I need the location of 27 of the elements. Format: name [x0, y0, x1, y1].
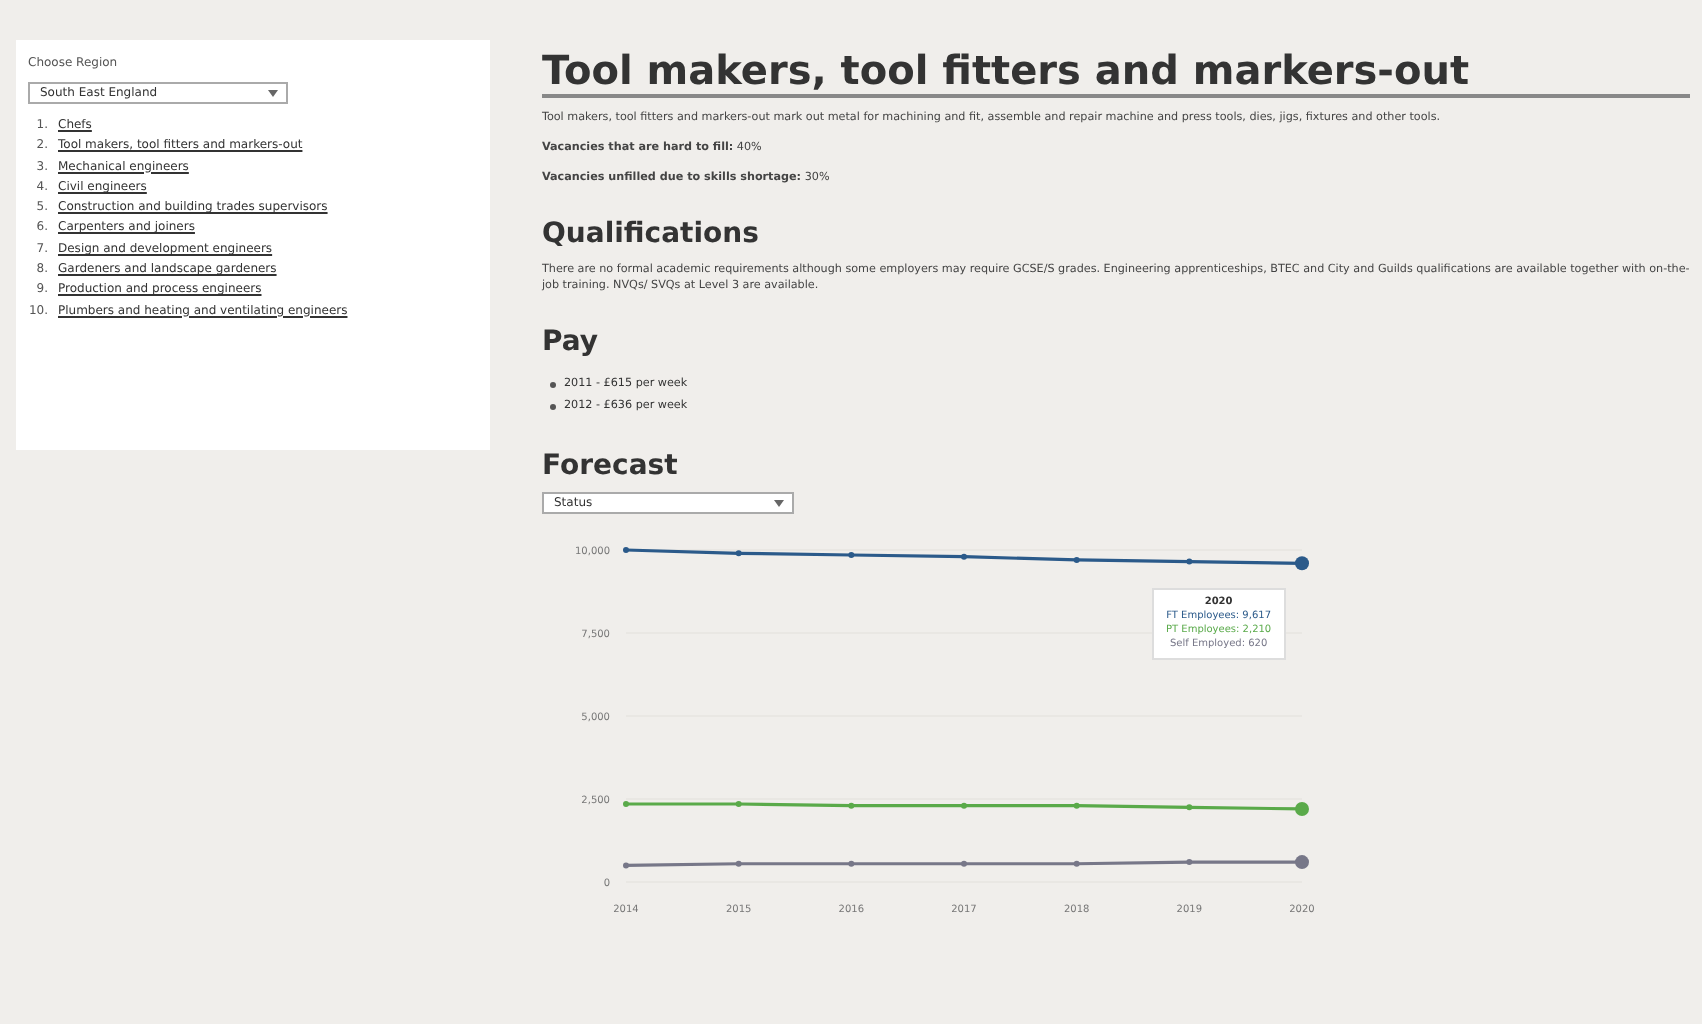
section-heading: Qualifications — [542, 218, 761, 250]
data-point — [1295, 855, 1309, 870]
data-point — [735, 550, 742, 557]
data-point — [623, 862, 629, 869]
data-point — [1295, 801, 1309, 816]
caret-icon — [266, 86, 280, 100]
data-point — [623, 801, 629, 807]
data-point — [848, 552, 855, 558]
section-heading: Forecast — [542, 450, 680, 482]
data-point — [1186, 558, 1193, 565]
data-point — [961, 553, 967, 560]
bullet-icon — [550, 382, 556, 388]
data-point — [1073, 860, 1080, 867]
data-point — [1295, 556, 1309, 571]
data-point — [1186, 804, 1193, 811]
data-point — [848, 860, 855, 867]
bullet-icon — [550, 404, 556, 410]
data-point — [735, 860, 742, 867]
data-point — [735, 801, 742, 807]
data-point — [1073, 802, 1080, 809]
page-title: Tool makers, tool fitters and markers-out — [542, 46, 1690, 98]
section-heading: Pay — [542, 326, 601, 358]
caret-icon — [772, 496, 786, 510]
data-point — [623, 547, 629, 553]
data-point — [1186, 859, 1193, 866]
data-point — [848, 802, 855, 809]
data-point — [1073, 556, 1080, 563]
